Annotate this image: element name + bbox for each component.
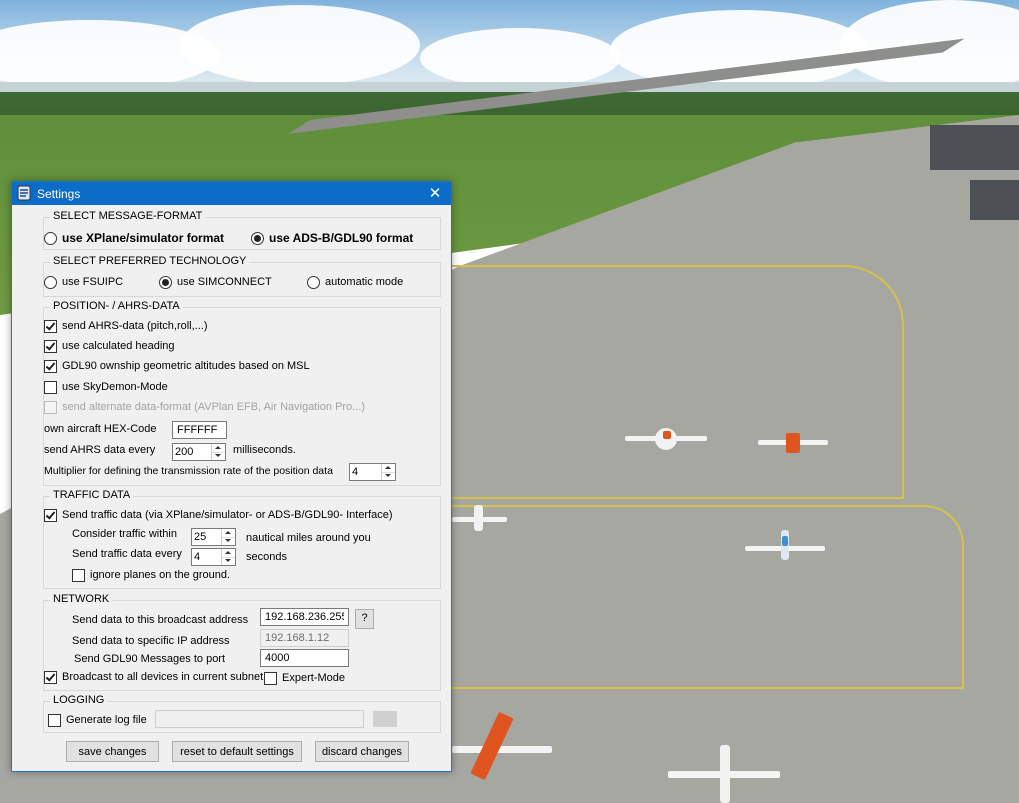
xplane-format-radio[interactable]: [44, 232, 57, 245]
expert-mode-checkbox[interactable]: [264, 672, 277, 685]
stepper-arrows: [381, 464, 395, 480]
xplane-format-label[interactable]: use XPlane/simulator format: [62, 231, 224, 245]
stepper-down-icon[interactable]: [382, 472, 395, 480]
multiplier-label: Multiplier for defining the transmission…: [44, 465, 333, 477]
automatic-mode-label[interactable]: automatic mode: [325, 276, 403, 288]
stepper-arrows: [221, 529, 235, 545]
traffic-interval-input[interactable]: [192, 549, 223, 565]
ahrs-interval-input[interactable]: [173, 444, 213, 460]
hex-code-input[interactable]: [172, 421, 227, 439]
gdl90-port-label: Send GDL90 Messages to port: [74, 653, 226, 665]
cloud: [420, 28, 620, 88]
send-ahrs-label[interactable]: send AHRS-data (pitch,roll,...): [62, 320, 208, 332]
parked-aircraft: [625, 428, 707, 450]
reset-defaults-button[interactable]: reset to default settings: [172, 741, 302, 762]
group-legend: LOGGING: [50, 694, 108, 706]
group-legend: SELECT PREFERRED TECHNOLOGY: [50, 255, 250, 267]
log-path-input: [155, 710, 364, 728]
specific-ip-label: Send data to specific IP address: [72, 635, 230, 647]
settings-dialog: Settings ✕ SELECT MESSAGE-FORMAT use XPl…: [11, 181, 452, 772]
ahrs-interval-label: send AHRS data every: [44, 444, 156, 456]
generate-log-label[interactable]: Generate log file: [66, 714, 147, 726]
hex-code-label: own aircraft HEX-Code: [44, 423, 157, 435]
stepper-down-icon[interactable]: [222, 537, 235, 545]
gdl90-format-label[interactable]: use ADS-B/GDL90 format: [269, 231, 413, 245]
traffic-interval-stepper[interactable]: [191, 548, 236, 566]
traffic-interval-label: Send traffic data every: [72, 548, 182, 560]
group-legend: TRAFFIC DATA: [50, 489, 134, 501]
gdl90-msl-label[interactable]: GDL90 ownship geometric altitudes based …: [62, 360, 310, 372]
broadcast-address-input[interactable]: [260, 608, 349, 626]
alternate-format-label: send alternate data-format (AVPlan EFB, …: [62, 401, 366, 413]
gdl90-format-radio[interactable]: [251, 232, 264, 245]
taxi-line: [440, 505, 964, 689]
gdl90-msl-checkbox[interactable]: [44, 360, 57, 373]
broadcast-all-label[interactable]: Broadcast to all devices in current subn…: [62, 671, 263, 683]
parked-aircraft: [758, 433, 828, 455]
simconnect-radio[interactable]: [159, 276, 172, 289]
specific-ip-input: [260, 629, 349, 647]
close-icon[interactable]: ✕: [419, 182, 451, 205]
calculated-heading-checkbox[interactable]: [44, 340, 57, 353]
skydemon-mode-checkbox[interactable]: [44, 381, 57, 394]
terminal-building: [930, 125, 1019, 170]
group-legend: POSITION- / AHRS-DATA: [50, 300, 183, 312]
ignore-ground-label[interactable]: ignore planes on the ground.: [90, 569, 230, 581]
multiplier-stepper[interactable]: [349, 463, 396, 481]
expert-mode-label[interactable]: Expert-Mode: [282, 672, 345, 684]
alternate-format-checkbox: [44, 401, 57, 414]
stepper-arrows: [211, 444, 225, 460]
help-button[interactable]: ?: [355, 609, 374, 629]
discard-changes-button[interactable]: discard changes: [315, 741, 409, 762]
position-ahrs-group: POSITION- / AHRS-DATA: [43, 300, 441, 486]
traffic-range-input[interactable]: [192, 529, 223, 545]
traffic-range-unit: nautical miles around you: [246, 532, 371, 544]
multiplier-input[interactable]: [350, 464, 383, 480]
log-browse-button: [373, 711, 397, 727]
calculated-heading-label[interactable]: use calculated heading: [62, 340, 175, 352]
hangar-building: [970, 180, 1019, 220]
parked-aircraft: [452, 711, 552, 781]
fsuipc-label[interactable]: use FSUIPC: [62, 276, 123, 288]
send-traffic-label[interactable]: Send traffic data (via XPlane/simulator-…: [62, 509, 393, 521]
generate-log-checkbox[interactable]: [48, 714, 61, 727]
broadcast-all-checkbox[interactable]: [44, 671, 57, 684]
send-ahrs-checkbox[interactable]: [44, 320, 57, 333]
send-traffic-checkbox[interactable]: [44, 509, 57, 522]
traffic-interval-unit: seconds: [246, 551, 287, 563]
parked-aircraft: [668, 745, 780, 803]
parked-aircraft: [452, 505, 507, 531]
traffic-range-label: Consider traffic within: [72, 528, 177, 540]
traffic-range-stepper[interactable]: [191, 528, 236, 546]
parked-aircraft: [745, 530, 825, 560]
skydemon-mode-label[interactable]: use SkyDemon-Mode: [62, 381, 168, 393]
group-legend: NETWORK: [50, 593, 113, 605]
stepper-down-icon[interactable]: [212, 452, 225, 460]
broadcast-address-label: Send data to this broadcast address: [72, 614, 249, 626]
ahrs-interval-unit: milliseconds.: [233, 444, 296, 456]
title-bar[interactable]: Settings ✕: [12, 182, 451, 205]
simconnect-label[interactable]: use SIMCONNECT: [177, 276, 272, 288]
gdl90-port-input[interactable]: [260, 649, 349, 667]
window-title: Settings: [37, 187, 81, 201]
ahrs-interval-stepper[interactable]: [172, 443, 226, 461]
automatic-mode-radio[interactable]: [307, 276, 320, 289]
group-legend: SELECT MESSAGE-FORMAT: [50, 210, 206, 222]
fsuipc-radio[interactable]: [44, 276, 57, 289]
taxi-line: [440, 265, 904, 499]
stepper-down-icon[interactable]: [222, 557, 235, 565]
save-changes-button[interactable]: save changes: [66, 741, 159, 762]
stepper-arrows: [221, 549, 235, 565]
app-icon: [17, 185, 31, 201]
cloud: [180, 5, 420, 85]
ignore-ground-checkbox[interactable]: [72, 569, 85, 582]
